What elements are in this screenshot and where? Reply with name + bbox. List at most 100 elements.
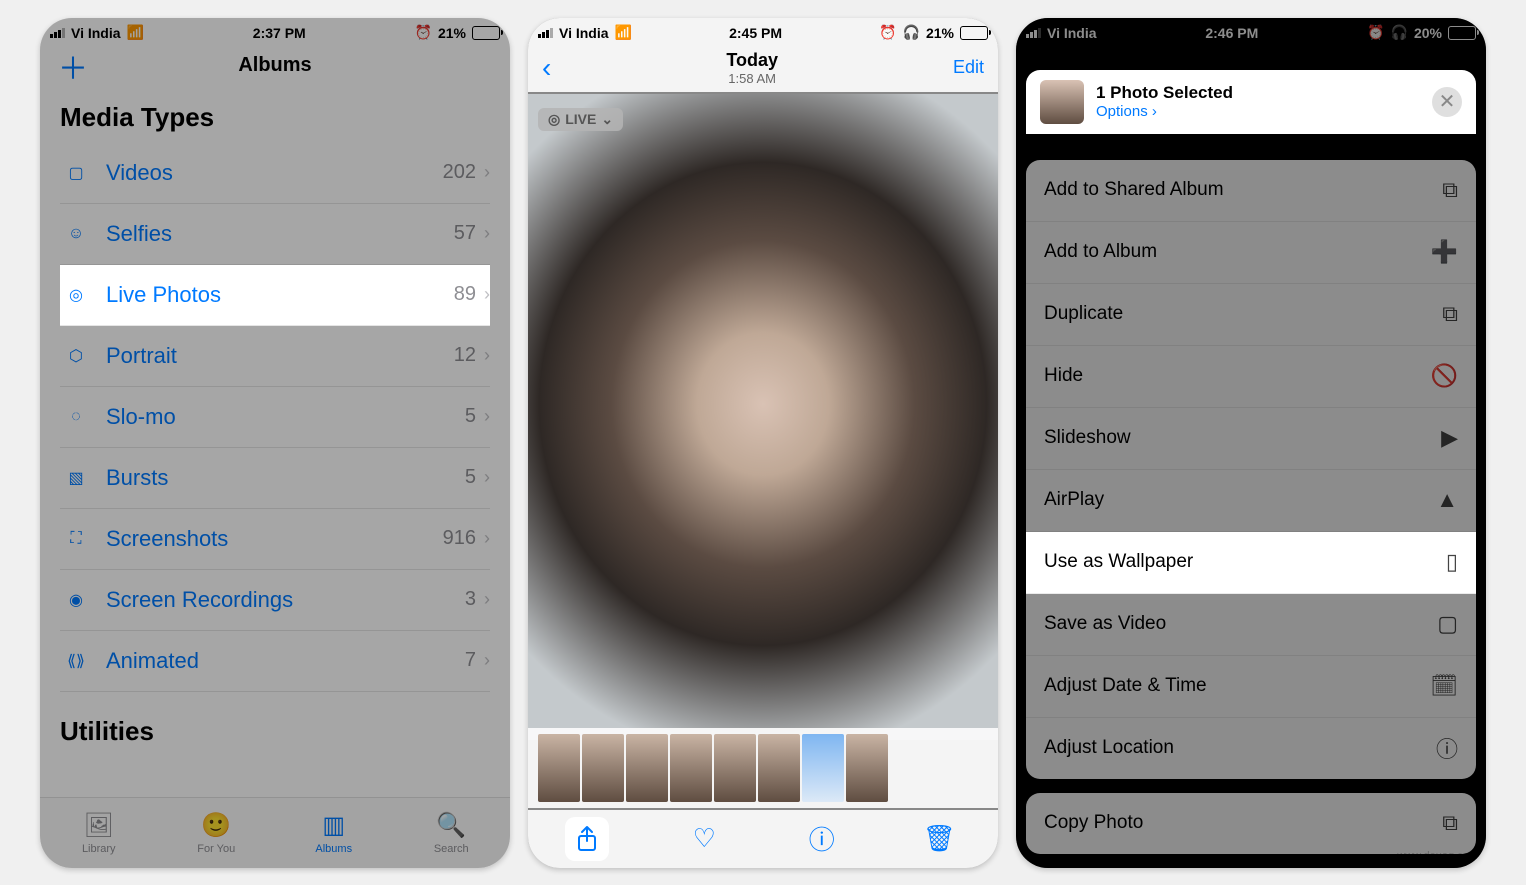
thumbnail[interactable]	[582, 734, 624, 802]
phone-photo-detail: Vi India 📶 2:45 PM ⏰ 🎧 21% ‹ Today 1:58 …	[528, 18, 998, 868]
action-label: Adjust Location	[1044, 737, 1174, 759]
airplay-icon: ▲	[1436, 487, 1458, 513]
thumbnail[interactable]	[714, 734, 756, 802]
action-use-as-wallpaper[interactable]: Use as Wallpaper▯	[1026, 532, 1476, 594]
action-copy-photo[interactable]: Copy Photo⧉	[1026, 793, 1476, 854]
thumbnail[interactable]	[846, 734, 888, 802]
action-label: Adjust Date & Time	[1044, 675, 1207, 697]
action-save-as-video[interactable]: Save as Video▢	[1026, 594, 1476, 656]
library-icon: 🖼	[84, 811, 114, 840]
options-button[interactable]: Options ›	[1096, 103, 1233, 120]
row-screen-recordings[interactable]: ◉ Screen Recordings 3 ›	[60, 570, 490, 631]
photo-view[interactable]	[528, 94, 998, 740]
alarm-icon: ⏰	[879, 24, 896, 41]
cube-icon: ⬡	[60, 346, 92, 366]
action-list-1: Add to Shared Album⧉ Add to Album ➕ Dupli…	[1026, 160, 1476, 779]
row-live-photos[interactable]: ◎ Live Photos 89 ›	[60, 265, 490, 326]
alarm-icon: ⏰	[1367, 24, 1384, 41]
row-selfies[interactable]: ☺ Selfies 57 ›	[60, 204, 490, 265]
chevron-right-icon: ›	[1152, 103, 1157, 120]
action-hide[interactable]: Hide🚫	[1026, 346, 1476, 408]
share-button[interactable]	[565, 817, 609, 861]
headphones-icon: 🎧	[1391, 24, 1408, 41]
chevron-right-icon: ›	[484, 528, 490, 549]
calendar-icon: 🗓	[1430, 673, 1458, 699]
album-plus-icon: ➕	[1431, 239, 1458, 265]
action-add-album[interactable]: Add to Album ➕	[1026, 222, 1476, 284]
delete-button[interactable]: 🗑	[917, 817, 961, 861]
signal-icon	[538, 28, 553, 38]
signal-icon	[1026, 28, 1041, 38]
row-count: 57	[454, 222, 476, 245]
tab-label: Albums	[315, 843, 352, 855]
add-button[interactable]: ＋	[58, 44, 88, 88]
live-badge[interactable]: ◎ LIVE ⌄	[538, 108, 623, 131]
tab-albums[interactable]: ▥ Albums	[275, 798, 393, 868]
chevron-right-icon: ›	[484, 406, 490, 427]
battery-pct: 20%	[1414, 25, 1442, 41]
row-count: 7	[465, 649, 476, 672]
favorite-button[interactable]: ♡	[682, 817, 726, 861]
thumbnail-strip[interactable]	[528, 728, 998, 808]
row-label: Selfies	[106, 221, 454, 247]
row-count: 5	[465, 466, 476, 489]
nav-bar: ＋ Albums	[40, 44, 510, 88]
video-icon: ▢	[60, 163, 92, 183]
copy-icon: ⧉	[1442, 810, 1458, 836]
nav-bar: ‹ Today 1:58 AM Edit	[528, 44, 998, 92]
tab-label: For You	[197, 843, 235, 855]
action-label: Add to Shared Album	[1044, 179, 1224, 201]
clock: 2:45 PM	[729, 25, 782, 41]
back-button[interactable]: ‹	[542, 52, 551, 84]
action-label: Duplicate	[1044, 303, 1123, 325]
action-airplay[interactable]: AirPlay ▲	[1026, 470, 1476, 532]
action-duplicate[interactable]: Duplicate⧉	[1026, 284, 1476, 346]
record-icon: ◉	[60, 590, 92, 610]
thumbnail[interactable]	[802, 734, 844, 802]
row-label: Slo-mo	[106, 404, 465, 430]
battery-icon	[1448, 26, 1476, 40]
action-slideshow[interactable]: Slideshow▶	[1026, 408, 1476, 470]
info-button[interactable]: ⓘ	[800, 817, 844, 861]
thumbnail[interactable]	[758, 734, 800, 802]
tab-search[interactable]: 🔍Search	[393, 798, 511, 868]
thumbnail[interactable]	[670, 734, 712, 802]
battery-pct: 21%	[438, 25, 466, 41]
chevron-right-icon: ›	[484, 589, 490, 610]
person-square-icon: ☺	[60, 225, 92, 243]
action-label: AirPlay	[1044, 489, 1104, 511]
tab-library[interactable]: 🖼Library	[40, 798, 158, 868]
row-videos[interactable]: ▢ Videos 202 ›	[60, 143, 490, 204]
nav-subtitle: 1:58 AM	[726, 71, 778, 86]
burst-icon: ▧	[60, 468, 92, 488]
live-photo-icon: ◎	[548, 111, 560, 128]
row-label: Bursts	[106, 465, 465, 491]
edit-button[interactable]: Edit	[953, 57, 984, 78]
row-count: 89	[454, 283, 476, 306]
row-animated[interactable]: ⟪⟫ Animated 7 ›	[60, 631, 490, 692]
share-header: 1 Photo Selected Options › ✕	[1026, 70, 1476, 134]
action-adjust-date[interactable]: Adjust Date & Time 🗓	[1026, 656, 1476, 718]
close-button[interactable]: ✕	[1432, 87, 1462, 117]
row-label: Screen Recordings	[106, 587, 465, 613]
play-rect-icon: ▶	[1441, 425, 1458, 451]
phone-rect-icon: ▯	[1446, 549, 1458, 575]
row-portrait[interactable]: ⬡ Portrait 12 ›	[60, 326, 490, 387]
thumbnail[interactable]	[626, 734, 668, 802]
action-adjust-location[interactable]: Adjust Locationⓘ	[1026, 718, 1476, 779]
thumbnail[interactable]	[538, 734, 580, 802]
action-add-shared-album[interactable]: Add to Shared Album⧉	[1026, 160, 1476, 222]
search-icon: 🔍	[436, 811, 466, 840]
row-slomo[interactable]: ◌ Slo-mo 5 ›	[60, 387, 490, 448]
row-screenshots[interactable]: ⛶ Screenshots 916 ›	[60, 509, 490, 570]
alarm-icon: ⏰	[415, 24, 432, 41]
status-bar: Vi India 📶 2:37 PM ⏰ 21%	[40, 18, 510, 44]
action-label: Add to Album	[1044, 241, 1157, 263]
status-bar: Vi India 2:46 PM ⏰ 🎧 20%	[1016, 18, 1486, 44]
tab-foryou[interactable]: 🙂For You	[158, 798, 276, 868]
row-bursts[interactable]: ▧ Bursts 5 ›	[60, 448, 490, 509]
headphones-icon: 🎧	[903, 24, 920, 41]
phone-albums: Vi India 📶 2:37 PM ⏰ 21% ＋ Albums Media …	[40, 18, 510, 868]
albums-icon: ▥	[322, 811, 345, 840]
row-label: Animated	[106, 648, 465, 674]
